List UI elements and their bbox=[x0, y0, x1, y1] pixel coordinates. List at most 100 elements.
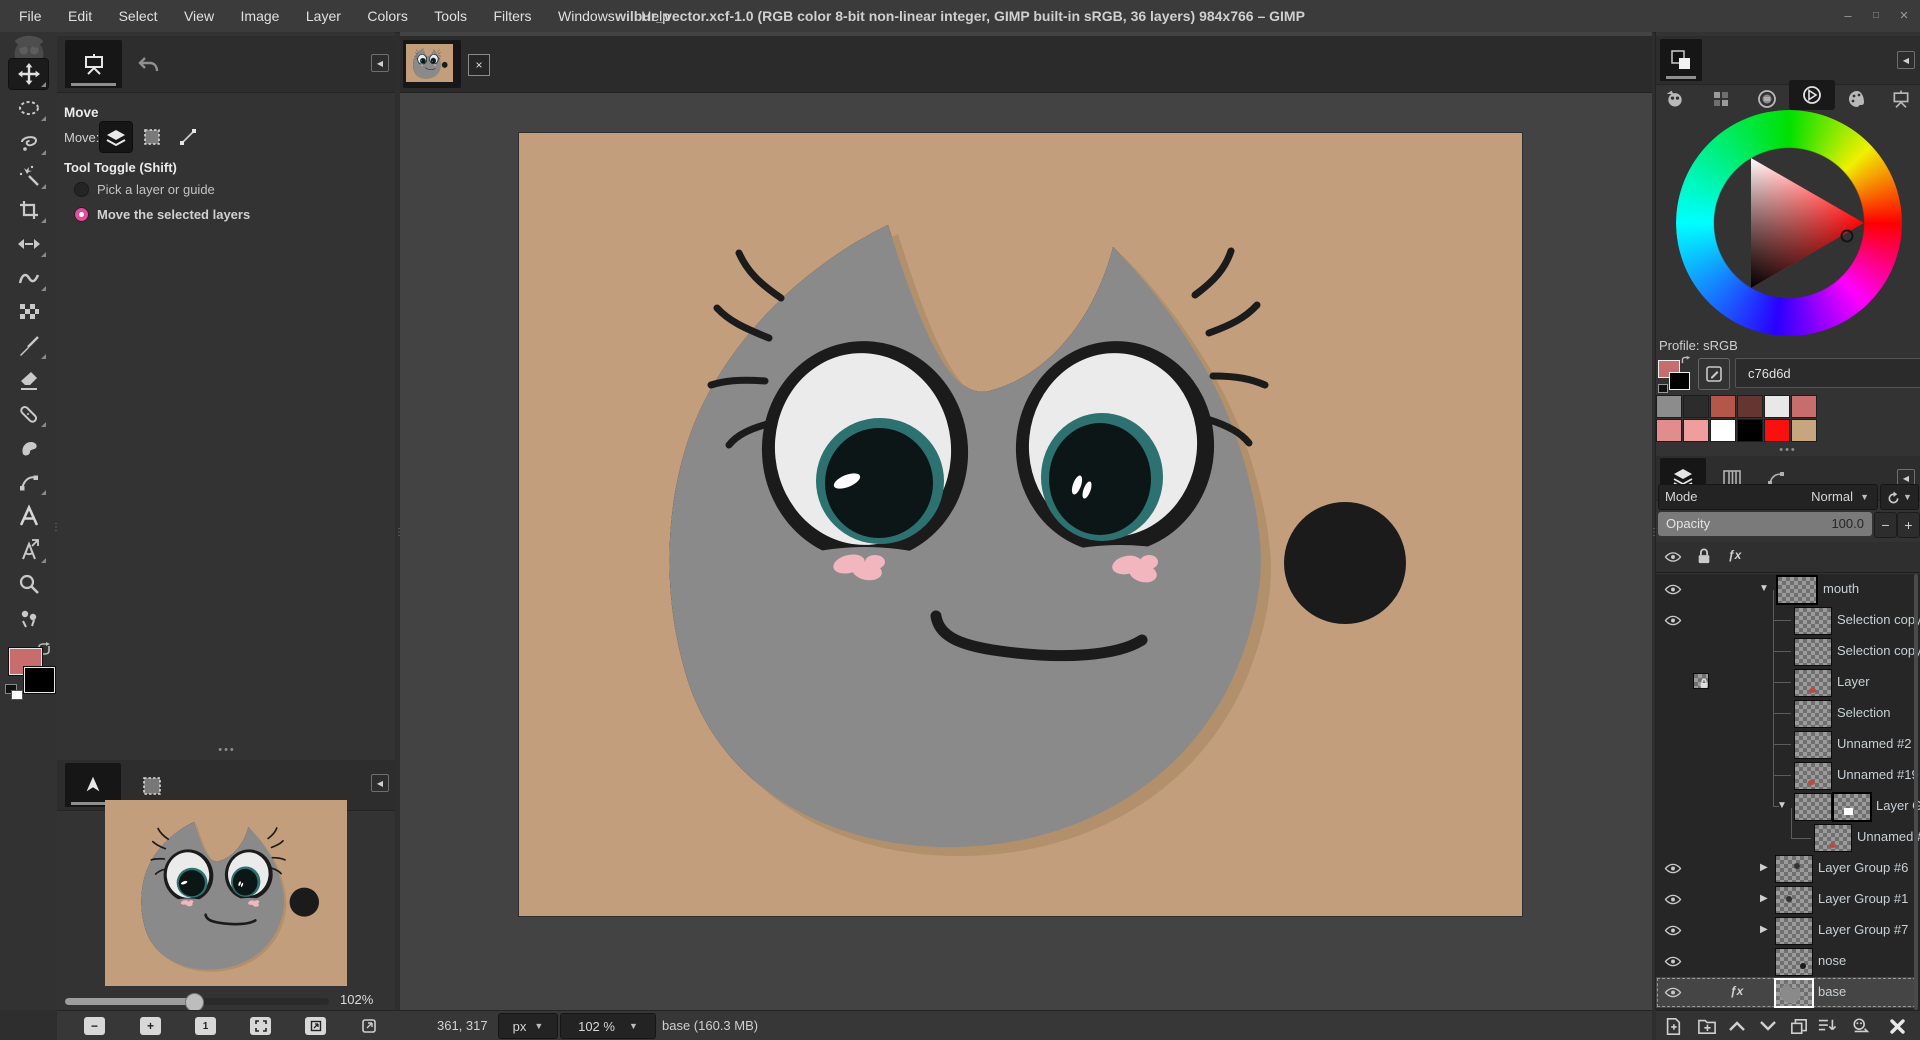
color-tab-cmyk[interactable] bbox=[1708, 86, 1734, 112]
background-color-swatch[interactable] bbox=[24, 667, 55, 693]
layer-thumbnail[interactable] bbox=[1795, 763, 1831, 789]
panel-resize-handle[interactable]: ⋮ bbox=[1649, 530, 1653, 535]
zoom-1-1-button[interactable]: 1 bbox=[195, 1017, 216, 1035]
color-tab-watercolor[interactable] bbox=[1754, 86, 1780, 112]
panel-resize-handle[interactable]: ⋮ bbox=[394, 530, 398, 535]
unit-dropdown[interactable]: px▼ bbox=[498, 1013, 558, 1039]
tab-fg-bg-colors[interactable] bbox=[1660, 39, 1702, 81]
menu-view[interactable]: View bbox=[173, 0, 225, 32]
history-swatch[interactable] bbox=[1711, 396, 1735, 417]
eye-icon[interactable] bbox=[1664, 549, 1682, 565]
layer-name[interactable]: Unnamed #2 bbox=[1837, 736, 1911, 751]
layer-name[interactable]: Selection copy bbox=[1837, 612, 1920, 627]
expander-closed-icon[interactable]: ▶ bbox=[1760, 893, 1768, 904]
expander-closed-icon[interactable]: ▶ bbox=[1760, 862, 1768, 873]
blend-space-button[interactable]: ▼ bbox=[1880, 484, 1919, 510]
opacity-decrease-button[interactable]: − bbox=[1874, 512, 1897, 538]
radio-move-selected[interactable] bbox=[74, 207, 89, 222]
layer-name[interactable]: Unnamed #19 bbox=[1837, 767, 1919, 782]
panel-resize-handle[interactable]: ••• bbox=[207, 744, 247, 756]
zoom-out-button[interactable]: − bbox=[84, 1017, 105, 1035]
fx-header[interactable]: ƒx bbox=[1728, 548, 1741, 562]
layer-name[interactable]: base bbox=[1818, 984, 1846, 999]
move-selection-button[interactable] bbox=[139, 125, 165, 149]
tool-heal[interactable] bbox=[9, 399, 48, 429]
history-swatch[interactable] bbox=[1738, 396, 1762, 417]
menu-file[interactable]: File bbox=[8, 0, 53, 32]
image-tab[interactable] bbox=[403, 40, 461, 88]
hex-color-input[interactable]: c76d6d bbox=[1735, 358, 1920, 388]
new-layer-button[interactable] bbox=[1660, 1014, 1686, 1038]
close-button[interactable]: × bbox=[1891, 0, 1917, 32]
anchor-layer-button[interactable] bbox=[1848, 1014, 1874, 1038]
opacity-increase-button[interactable]: + bbox=[1897, 512, 1920, 538]
tool-pattern-fill[interactable] bbox=[9, 297, 48, 327]
dock-collapse-button[interactable]: ◀ bbox=[1897, 51, 1915, 69]
tool-ellipse-select[interactable] bbox=[9, 93, 48, 123]
tool-move[interactable] bbox=[9, 59, 48, 89]
layer-thumbnail[interactable] bbox=[1778, 577, 1816, 603]
image-tab-close-icon[interactable]: × bbox=[468, 54, 490, 76]
color-tab-scales[interactable] bbox=[1888, 86, 1914, 112]
radio-pick-layer[interactable] bbox=[74, 182, 89, 197]
history-swatch[interactable] bbox=[1657, 396, 1681, 417]
history-swatch[interactable] bbox=[1738, 420, 1762, 441]
layer-thumbnail[interactable] bbox=[1795, 608, 1831, 634]
tool-free-select[interactable] bbox=[9, 127, 48, 157]
layer-row-selected[interactable]: ƒx base bbox=[1656, 977, 1917, 1008]
move-path-button[interactable] bbox=[175, 125, 201, 149]
delete-layer-button[interactable] bbox=[1884, 1014, 1910, 1038]
layer-row[interactable]: Unnamed #19 bbox=[1656, 760, 1917, 791]
layer-name[interactable]: Layer Group #1 bbox=[1818, 891, 1908, 906]
color-tab-wheel[interactable] bbox=[1789, 80, 1835, 110]
layer-name[interactable]: Layer Group #7 bbox=[1818, 922, 1908, 937]
layer-row[interactable]: nose bbox=[1656, 946, 1917, 977]
zoom-in-button[interactable]: + bbox=[140, 1017, 161, 1035]
history-swatch[interactable] bbox=[1792, 420, 1816, 441]
layer-group-thumbnail[interactable] bbox=[1776, 856, 1812, 882]
navigation-preview[interactable] bbox=[105, 800, 347, 986]
layer-thumbnail[interactable] bbox=[1795, 639, 1831, 665]
layer-group-thumbnail[interactable] bbox=[1776, 918, 1812, 944]
reset-colors-icon[interactable] bbox=[1658, 384, 1668, 393]
layer-row[interactable]: Unnamed #2 bbox=[1656, 729, 1917, 760]
layer-name[interactable]: Selection bbox=[1837, 705, 1890, 720]
history-swatch[interactable] bbox=[1657, 420, 1681, 441]
layer-thumbnail[interactable] bbox=[1834, 794, 1870, 820]
layer-row[interactable]: ▶ Layer Group #1 bbox=[1656, 884, 1917, 915]
raise-layer-button[interactable] bbox=[1724, 1014, 1750, 1038]
opacity-slider[interactable]: Opacity 100.0 bbox=[1658, 512, 1872, 536]
menu-windows[interactable]: Windows bbox=[547, 0, 626, 32]
zoom-dropdown[interactable]: 102 %▼ bbox=[560, 1013, 656, 1039]
eye-icon[interactable] bbox=[1664, 923, 1682, 938]
new-layer-group-button[interactable] bbox=[1694, 1014, 1720, 1038]
layer-group-thumbnail[interactable] bbox=[1776, 887, 1812, 913]
tool-warp-transform[interactable] bbox=[9, 263, 48, 293]
tool-flip[interactable] bbox=[9, 229, 48, 259]
merge-down-button[interactable] bbox=[1814, 1014, 1840, 1038]
eye-icon[interactable] bbox=[1664, 985, 1682, 1000]
layer-row[interactable]: ▼ Layer Gr bbox=[1656, 791, 1917, 822]
edit-color-button[interactable] bbox=[1698, 358, 1730, 390]
zoom-fill-button[interactable] bbox=[305, 1017, 326, 1035]
menu-layer[interactable]: Layer bbox=[295, 0, 352, 32]
menu-select[interactable]: Select bbox=[108, 0, 169, 32]
tool-paths[interactable] bbox=[9, 467, 48, 497]
expander-open-icon[interactable]: ▼ bbox=[1759, 583, 1769, 594]
layer-name[interactable]: Unnamed # bbox=[1857, 829, 1920, 844]
layer-name[interactable]: mouth bbox=[1823, 581, 1859, 596]
layer-row[interactable]: ▼ mouth bbox=[1656, 574, 1917, 605]
layer-thumbnail[interactable] bbox=[1776, 980, 1812, 1006]
layer-name[interactable]: Selection copy bbox=[1837, 643, 1920, 658]
tool-measure[interactable] bbox=[9, 535, 48, 565]
lower-layer-button[interactable] bbox=[1755, 1014, 1781, 1038]
color-tab-gimp[interactable] bbox=[1662, 86, 1688, 112]
tool-zoom[interactable] bbox=[9, 569, 48, 599]
layer-row[interactable]: Unnamed # bbox=[1656, 822, 1917, 853]
layer-thumbnail[interactable] bbox=[1795, 701, 1831, 727]
layer-row[interactable]: ▶ Layer Group #6 bbox=[1656, 853, 1917, 884]
dock-collapse-button[interactable]: ◀ bbox=[371, 774, 389, 792]
minimize-button[interactable]: – bbox=[1835, 0, 1861, 32]
layer-row[interactable]: ▶ Layer Group #7 bbox=[1656, 915, 1917, 946]
layer-name[interactable]: Layer Group #6 bbox=[1818, 860, 1908, 875]
